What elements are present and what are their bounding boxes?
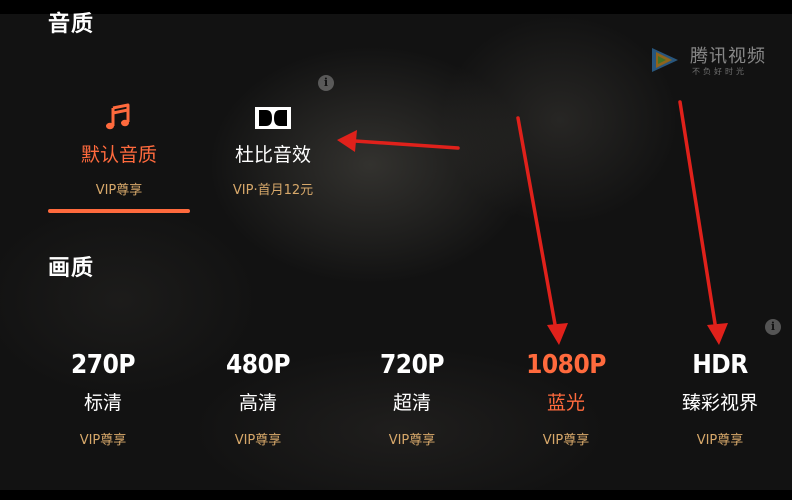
watermark-subtext: 不负好时光 [692,67,747,76]
quality-resolution: 270P [71,350,135,380]
tencent-video-logo-icon [652,48,678,72]
quality-sub: VIP尊享 [696,433,744,448]
quality-name: 蓝光 [546,392,585,414]
audio-section-title: 音质 [48,12,95,37]
quality-name: 超清 [392,392,431,414]
audio-info-icon[interactable]: i [318,75,334,91]
video-section-title: 画质 [48,256,95,281]
quality-sub: VIP尊享 [388,433,436,448]
quality-resolution: 1080P [526,350,606,380]
quality-name: 高清 [238,392,277,414]
quality-option-270p[interactable]: 270P 标清 VIP尊享 [38,348,168,448]
audio-option-label: 默认音质 [80,144,157,166]
video-info-icon[interactable]: i [765,319,781,335]
audio-option-sub: VIP·首月12元 [232,183,314,198]
quality-option-hdr[interactable]: HDR 臻彩视界 VIP尊享 [655,348,785,448]
quality-resolution: HDR [692,350,748,380]
quality-sub: VIP尊享 [234,433,282,448]
quality-resolution: 720P [380,350,444,380]
selected-underline [48,209,190,213]
bottom-bar [0,490,792,500]
dolby-icon [255,107,291,129]
quality-name: 臻彩视界 [681,392,758,414]
audio-option-sub: VIP尊享 [95,183,143,198]
top-bar [0,0,792,14]
music-note-icon [106,103,130,130]
quality-option-720p[interactable]: 720P 超清 VIP尊享 [347,348,477,448]
audio-option-dolby[interactable]: 杜比音效 VIP·首月12元 [203,102,343,198]
quality-sub: VIP尊享 [542,433,590,448]
audio-option-default[interactable]: 默认音质 VIP尊享 [49,102,189,198]
quality-resolution: 480P [226,350,290,380]
audio-option-label: 杜比音效 [234,144,311,166]
watermark-text: 腾讯视频 [690,46,766,67]
tencent-video-watermark: 腾讯视频 不负好时光 [646,40,776,82]
quality-sub: VIP尊享 [79,433,127,448]
quality-name: 标清 [83,392,122,414]
quality-option-480p[interactable]: 480P 高清 VIP尊享 [193,348,323,448]
quality-option-1080p[interactable]: 1080P 蓝光 VIP尊享 [501,348,631,448]
